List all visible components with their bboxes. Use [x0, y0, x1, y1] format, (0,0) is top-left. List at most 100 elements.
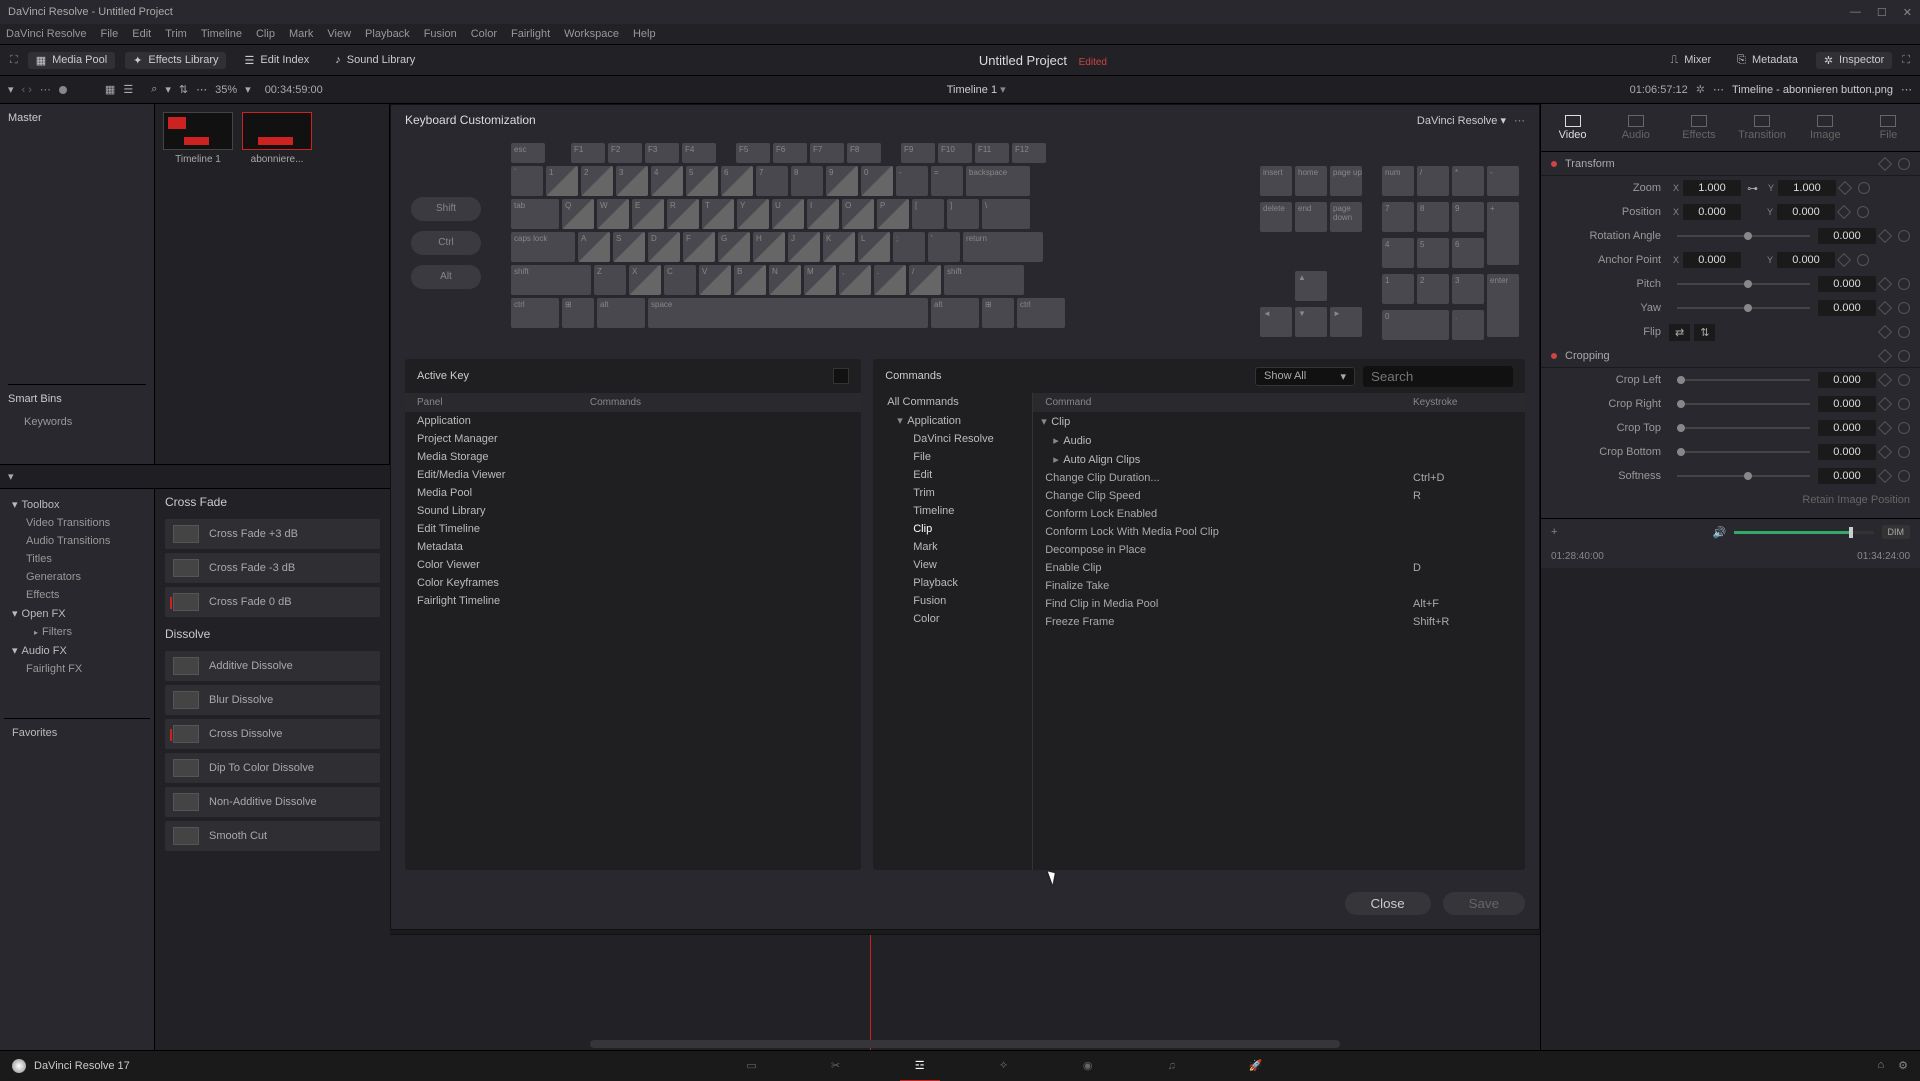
key-3[interactable]: 3	[616, 166, 648, 196]
key-h[interactable]: H	[753, 232, 785, 262]
keyframe-icon[interactable]	[1878, 229, 1892, 243]
inspector-tab-file[interactable]: File	[1857, 104, 1920, 151]
key-esc[interactable]: esc	[511, 143, 545, 163]
keyframe-icon[interactable]	[1878, 301, 1892, 315]
reset-icon[interactable]	[1898, 350, 1910, 362]
panel-row[interactable]: Application	[405, 412, 861, 430]
key-m[interactable]: M	[804, 265, 836, 295]
rotation-field[interactable]	[1818, 228, 1876, 244]
flip-h-icon[interactable]: ⇄	[1669, 324, 1690, 341]
playhead[interactable]	[870, 935, 871, 1050]
favorites-item[interactable]: Favorites	[4, 718, 150, 742]
menu-item[interactable]: Fusion	[424, 28, 457, 40]
menu-item[interactable]: Workspace	[564, 28, 619, 40]
keyframe-icon[interactable]	[1878, 373, 1892, 387]
shortcut-row[interactable]: Freeze FrameShift+R	[1033, 613, 1525, 631]
cut-page-tab[interactable]: ✂	[824, 1058, 848, 1074]
menu-item[interactable]: Fairlight	[511, 28, 550, 40]
anchor-x-field[interactable]	[1683, 252, 1741, 268]
panel-row[interactable]: Project Manager	[405, 430, 861, 448]
keyframe-icon[interactable]	[1878, 348, 1892, 362]
key-lctrl[interactable]: ctrl	[511, 298, 559, 328]
key-num[interactable]: num	[1382, 166, 1414, 196]
timeline-area[interactable]	[390, 934, 1540, 1050]
titles-item[interactable]: Titles	[4, 550, 150, 568]
reset-icon[interactable]	[1898, 230, 1910, 242]
key-f8[interactable]: F8	[847, 143, 881, 163]
reset-icon[interactable]	[1898, 398, 1910, 410]
shortcut-row[interactable]: Change Clip Duration...Ctrl+D	[1033, 469, 1525, 487]
media-page-tab[interactable]: ▭	[740, 1058, 764, 1074]
key-o[interactable]: O	[842, 199, 874, 229]
inspector-tab-effects[interactable]: Effects	[1667, 104, 1730, 151]
close-button[interactable]: Close	[1345, 892, 1431, 915]
media-pool-button[interactable]: ▦ Media Pool	[28, 52, 115, 69]
alt-modifier[interactable]: Alt	[411, 265, 481, 289]
chevron-down-icon[interactable]: ▾	[165, 83, 171, 96]
menu-item[interactable]: Color	[471, 28, 497, 40]
fairlightfx-item[interactable]: Fairlight FX	[4, 660, 150, 678]
key-f1[interactable]: F1	[571, 143, 605, 163]
zoom-x-field[interactable]	[1683, 180, 1741, 196]
reset-icon[interactable]	[1857, 254, 1869, 266]
key-pgup[interactable]: page up	[1330, 166, 1362, 196]
key-d[interactable]: D	[648, 232, 680, 262]
croptop-slider[interactable]	[1677, 427, 1810, 429]
panel-row[interactable]: Media Pool	[405, 484, 861, 502]
openfx-item[interactable]: ▾Open FX	[4, 604, 150, 623]
key-l[interactable]: L	[858, 232, 890, 262]
key-quote[interactable]: '	[928, 232, 960, 262]
key-tilde[interactable]: `	[511, 166, 543, 196]
yaw-slider[interactable]	[1677, 307, 1810, 309]
reset-icon[interactable]	[1898, 422, 1910, 434]
menu-item[interactable]: DaVinci Resolve	[6, 28, 87, 40]
reset-icon[interactable]	[1898, 374, 1910, 386]
key-np9[interactable]: 9	[1452, 202, 1484, 232]
key-npdot[interactable]: .	[1452, 310, 1484, 340]
panel-row[interactable]: Fairlight Timeline	[405, 592, 861, 610]
reset-icon[interactable]	[1898, 302, 1910, 314]
shortcut-row[interactable]: Finalize Take	[1033, 577, 1525, 595]
menu-item[interactable]: Trim	[165, 28, 187, 40]
timeline-name[interactable]: Timeline 1	[947, 84, 997, 96]
dropdown-icon[interactable]: ▾	[8, 470, 14, 483]
keyframe-icon[interactable]	[1878, 445, 1892, 459]
key-9[interactable]: 9	[826, 166, 858, 196]
key-np5[interactable]: 5	[1417, 238, 1449, 268]
color-page-tab[interactable]: ◉	[1076, 1058, 1100, 1074]
audio-group[interactable]: ▸Audio	[1033, 431, 1525, 450]
key-4[interactable]: 4	[651, 166, 683, 196]
key-np8[interactable]: 8	[1417, 202, 1449, 232]
keyframe-icon[interactable]	[1878, 277, 1892, 291]
fx-item[interactable]: Blur Dissolve	[165, 685, 380, 715]
search-icon[interactable]: ⌕	[151, 83, 157, 96]
tree-item[interactable]: Fusion	[873, 592, 1032, 610]
chevron-down-icon[interactable]: ▾	[1000, 84, 1006, 96]
key-equals[interactable]: =	[931, 166, 963, 196]
keyframe-icon[interactable]	[1878, 397, 1892, 411]
key-6[interactable]: 6	[721, 166, 753, 196]
tree-item[interactable]: Playback	[873, 574, 1032, 592]
list-icon[interactable]: ☰	[123, 83, 133, 96]
enable-dot[interactable]	[1551, 353, 1557, 359]
fx-item[interactable]: Cross Fade -3 dB	[165, 553, 380, 583]
add-marker-icon[interactable]: +	[1551, 526, 1557, 538]
enable-dot[interactable]	[1551, 161, 1557, 167]
options-icon[interactable]: ⋯	[1514, 114, 1525, 127]
key-f4[interactable]: F4	[682, 143, 716, 163]
key-semicolon[interactable]: ;	[893, 232, 925, 262]
key-return[interactable]: return	[963, 232, 1043, 262]
key-f7[interactable]: F7	[810, 143, 844, 163]
reset-icon[interactable]	[1898, 470, 1910, 482]
key-np0[interactable]: 0	[1382, 310, 1449, 340]
key-npmul[interactable]: *	[1452, 166, 1484, 196]
key-capslock[interactable]: caps lock	[511, 232, 575, 262]
key-2[interactable]: 2	[581, 166, 613, 196]
tree-item[interactable]: Timeline	[873, 502, 1032, 520]
anchor-y-field[interactable]	[1777, 252, 1835, 268]
key-v[interactable]: V	[699, 265, 731, 295]
sound-library-button[interactable]: ♪ Sound Library	[327, 52, 423, 68]
menu-item[interactable]: Clip	[256, 28, 275, 40]
minimize-icon[interactable]: —	[1850, 6, 1861, 19]
key-p[interactable]: P	[877, 199, 909, 229]
